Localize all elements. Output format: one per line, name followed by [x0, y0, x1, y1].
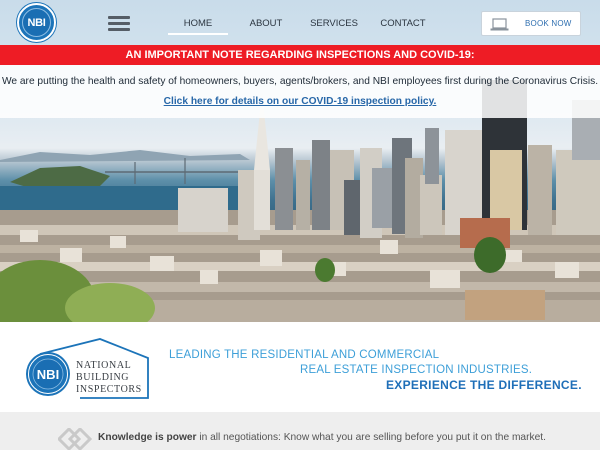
nav-item-contact[interactable]: CONTACT [364, 15, 442, 35]
covid-notice-body: We are putting the health and safety of … [0, 65, 600, 118]
knowledge-strong: Knowledge is power [98, 432, 197, 443]
brand-name-line-2: BUILDING [76, 372, 129, 383]
brand-name-line-3: INSPECTORS [76, 384, 142, 395]
tagline-line-1: LEADING THE RESIDENTIAL AND COMMERCIAL [169, 349, 440, 361]
covid-notice-headline: AN IMPORTANT NOTE REGARDING INSPECTIONS … [0, 45, 600, 65]
brand-badge-text: NBI [37, 367, 59, 382]
tagline-line-3: EXPERIENCE THE DIFFERENCE. [386, 378, 582, 392]
top-navigation: NBI HOME ABOUT SERVICES CONTACT BOOK NOW [0, 0, 600, 45]
book-now-label: BOOK NOW [525, 19, 572, 28]
laptop-icon [490, 18, 509, 31]
nav-item-home[interactable]: HOME [168, 15, 228, 35]
diamond-chevron-icon [58, 428, 92, 450]
nav-item-services[interactable]: SERVICES [304, 15, 364, 35]
knowledge-rest: in all negotiations: Know what you are s… [196, 432, 546, 443]
knowledge-strip: Knowledge is power in all negotiations: … [0, 412, 600, 450]
book-now-button[interactable]: BOOK NOW [481, 11, 581, 36]
brand-name-line-1: NATIONAL [76, 360, 131, 371]
nbi-logo-text: NBI [22, 8, 51, 37]
knowledge-text: Knowledge is power in all negotiations: … [98, 432, 546, 443]
national-building-inspectors-logo: NBI NATIONAL BUILDING INSPECTORS [26, 338, 149, 399]
hamburger-menu-icon[interactable] [108, 16, 130, 32]
covid-notice-message: We are putting the health and safety of … [1, 76, 599, 87]
main-menu: HOME ABOUT SERVICES CONTACT [168, 15, 442, 35]
nav-item-about[interactable]: ABOUT [228, 15, 304, 35]
covid-policy-link[interactable]: Click here for details on our COVID-19 i… [164, 96, 437, 107]
brand-section: NBI NATIONAL BUILDING INSPECTORS LEADING… [0, 322, 600, 412]
tagline-line-2: REAL ESTATE INSPECTION INDUSTRIES. [300, 364, 533, 376]
nbi-logo[interactable]: NBI [17, 3, 56, 42]
